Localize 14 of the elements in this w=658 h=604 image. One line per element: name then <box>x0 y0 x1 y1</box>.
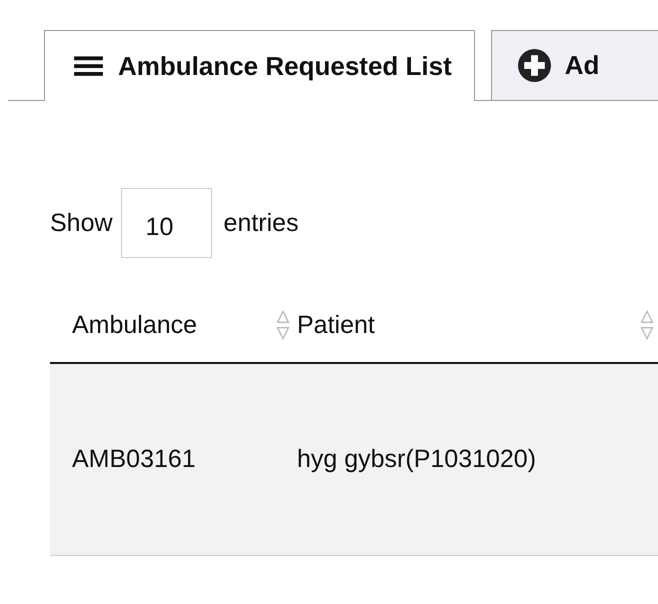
menu-icon <box>73 54 104 78</box>
plus-circle-icon <box>518 49 551 82</box>
show-label: Show <box>50 208 113 238</box>
table-row[interactable]: AMB03161 hyg gybsr(P1031020) <box>50 363 658 556</box>
column-header[interactable]: Patient <box>297 310 375 340</box>
entries-label: entries <box>224 208 299 238</box>
table-cell: AMB03161 <box>72 445 196 473</box>
tab[interactable]: Ad <box>490 30 658 101</box>
column-header[interactable]: Ambulance <box>72 310 198 340</box>
entries-select[interactable]: 10 <box>120 188 212 258</box>
sort-icon[interactable] <box>640 310 654 340</box>
table-cell: hyg gybsr(P1031020) <box>297 445 536 473</box>
sort-icon[interactable] <box>276 310 290 340</box>
tab[interactable]: Ambulance Requested List <box>44 30 475 101</box>
